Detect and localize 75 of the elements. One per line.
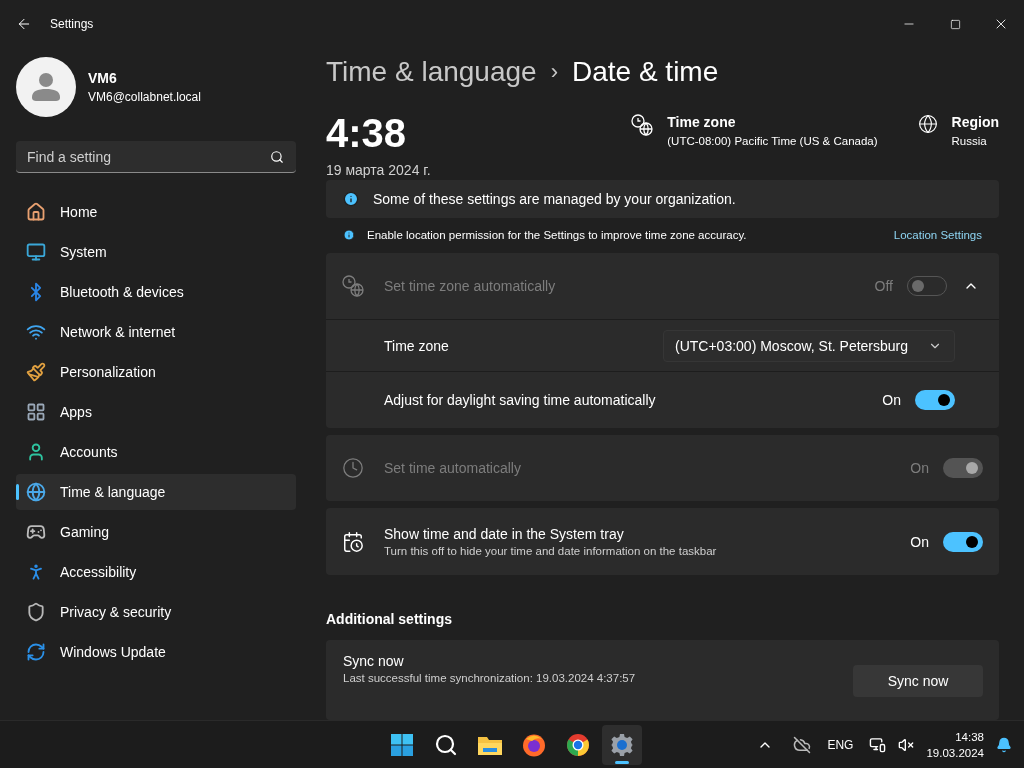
nav-item[interactable]: System: [16, 234, 296, 270]
nav-item[interactable]: Apps: [16, 394, 296, 430]
summary-label: Region: [951, 114, 999, 130]
calendar-clock-icon: [342, 530, 364, 553]
nav-item[interactable]: Home: [16, 194, 296, 230]
firefox-icon: [522, 732, 546, 757]
house-icon: [26, 202, 46, 222]
taskbar-clock[interactable]: 14:38 19.03.2024: [926, 728, 984, 761]
gamepad-icon: [26, 522, 46, 542]
refresh-icon: [26, 642, 46, 662]
search-icon: [270, 150, 284, 164]
info-text: Some of these settings are managed by your organization.: [373, 190, 736, 207]
setting-title: Set time zone automatically: [384, 278, 556, 294]
toggle-state: On: [910, 460, 929, 476]
info-icon: [343, 229, 355, 242]
sync-now-button[interactable]: Sync now: [853, 665, 983, 697]
current-date: 19 марта 2024 г.: [326, 162, 431, 178]
breadcrumb-link[interactable]: Time & language: [326, 56, 537, 88]
clock-icon: [342, 457, 364, 479]
gear-icon: [610, 732, 634, 757]
volume-muted-icon[interactable]: [898, 736, 915, 753]
restore-icon: [949, 18, 961, 30]
setting-description: Turn this off to hide your time and date information on the taskbar: [384, 545, 717, 557]
apps-grid-icon: [26, 402, 46, 422]
info-icon: [343, 190, 359, 207]
setting-description: Last successful time synchronization: 19.03.2024 4:37:57: [343, 672, 636, 684]
clock-globe-icon: [342, 275, 364, 297]
current-time: 4:38: [326, 110, 408, 157]
monitor-icon: [26, 242, 46, 262]
globe-icon: [917, 114, 938, 134]
nav-item[interactable]: Windows Update: [16, 634, 296, 670]
chrome-icon: [566, 732, 590, 757]
breadcrumb-separator: ›: [550, 59, 558, 85]
nav-item[interactable]: Accessibility: [16, 554, 296, 590]
toggle-state: On: [882, 392, 901, 408]
toggle-state: On: [910, 533, 929, 550]
user-email: VM6@collabnet.local: [88, 90, 201, 104]
setting-title: Sync now: [343, 653, 405, 669]
search-field[interactable]: Find a setting: [16, 141, 296, 173]
windows-logo-icon: [390, 732, 414, 757]
user-name: VM6: [88, 70, 118, 86]
nav-item[interactable]: Privacy & security: [16, 594, 296, 630]
location-notice: Enable location permission for the Settings to improve time zone accuracy.: [367, 229, 747, 242]
nav-item[interactable]: Gaming: [16, 514, 296, 550]
avatar: [16, 57, 76, 117]
back-icon[interactable]: [16, 16, 32, 32]
nav-item[interactable]: Time & language: [16, 474, 296, 510]
page-title: Date & time: [572, 56, 719, 88]
toggle-state: Off: [874, 278, 893, 294]
cloud-off-icon[interactable]: [793, 735, 812, 754]
nav-item[interactable]: Personalization: [16, 354, 296, 390]
window-title: Settings: [50, 17, 95, 31]
setting-title: Time zone: [384, 337, 449, 354]
setting-title: Show time and date in the System tray: [384, 526, 625, 542]
search-icon: [434, 732, 458, 757]
summary-value: (UTC-08:00) Pacific Time (US & Canada): [667, 135, 878, 147]
language-indicator[interactable]: ENG: [827, 737, 854, 752]
bell-icon[interactable]: [996, 736, 1012, 753]
clock-globe-icon: [631, 114, 654, 136]
nav-item[interactable]: Bluetooth & devices: [16, 274, 296, 310]
wifi-icon: [26, 322, 46, 342]
nav-item[interactable]: Network & internet: [16, 314, 296, 350]
summary-value: Russia: [951, 135, 988, 147]
nav-item[interactable]: Accounts: [16, 434, 296, 470]
section-heading: Additional settings: [326, 611, 453, 627]
person-icon: [26, 442, 46, 462]
location-settings-link[interactable]: Location Settings: [893, 229, 982, 242]
setting-title: Adjust for daylight saving time automatically: [384, 392, 656, 408]
setting-title: Set time automatically: [384, 460, 521, 476]
network-icon[interactable]: [869, 736, 887, 753]
taskbar-button[interactable]: [602, 724, 642, 765]
paintbrush-icon: [26, 362, 46, 382]
toggle-switch[interactable]: [943, 531, 983, 552]
summary-label: Time zone: [667, 114, 737, 130]
shield-icon: [26, 602, 46, 622]
